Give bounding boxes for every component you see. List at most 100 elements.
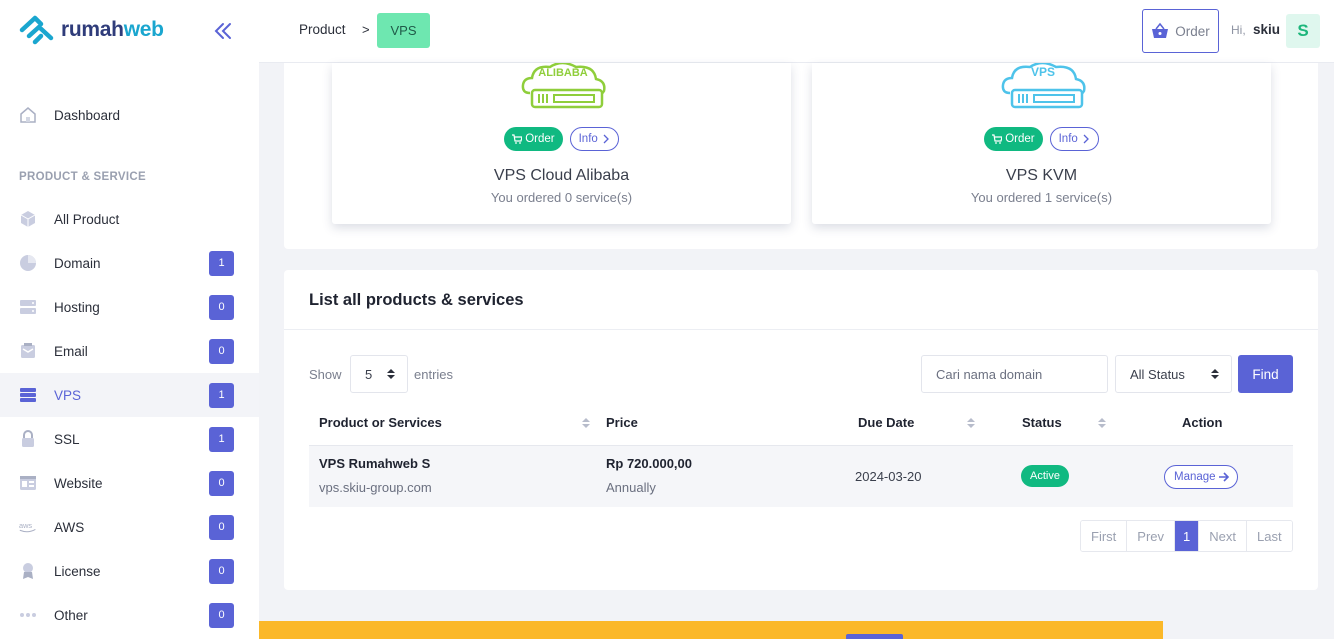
order-alibaba-button[interactable]: Order [504,127,563,151]
sidebar-item-label: License [54,563,101,579]
service-price: Rp 720.000,00 [606,456,693,471]
column-header-price: Price [606,415,638,430]
lock-icon [19,430,37,448]
manage-button[interactable]: Manage [1164,465,1238,489]
product-title: VPS Cloud Alibaba [493,167,630,184]
award-icon [19,562,37,580]
count-badge: 0 [209,514,234,540]
sort-icon[interactable] [967,417,975,429]
service-name: VPS Rumahweb S [319,456,431,471]
page-current[interactable]: 1 [1175,521,1200,551]
entries-per-page-select[interactable]: 5 [350,355,408,393]
sort-arrows-icon [387,369,395,379]
sidebar-item-label: Email [54,343,88,359]
sidebar-item-vps[interactable]: VPS 1 [0,373,259,417]
sidebar-item-label: All Product [54,211,120,227]
chevron-right-icon: > [362,22,370,37]
count-badge: 0 [209,602,234,628]
column-header-due-date[interactable]: Due Date [858,415,914,430]
service-domain: vps.skiu-group.com [319,480,432,495]
rumahweb-logo-icon [19,15,54,45]
domain-search-input[interactable] [921,355,1108,393]
browser-icon [19,474,37,492]
username[interactable]: skiu [1253,22,1280,37]
find-button[interactable]: Find [1238,355,1293,393]
billing-cycle: Annually [606,480,656,495]
sort-icon[interactable] [582,417,590,429]
table-row [309,446,1293,507]
sidebar-item-dashboard[interactable]: Dashboard [0,93,259,137]
list-title: List all products & services [309,291,524,309]
sidebar-item-other[interactable]: Other 0 [0,593,259,637]
page-next[interactable]: Next [1199,521,1247,551]
topbar: Product > VPS Order Hi, skiu S [259,0,1334,63]
sidebar: rumahweb Dashboard PRODUCT & SERVICE All… [0,0,259,639]
svg-text:VPS: VPS [1031,65,1055,79]
page-last[interactable]: Last [1246,521,1292,551]
product-subtitle: You ordered 0 service(s) [490,190,633,205]
collapse-sidebar-icon[interactable] [212,20,234,42]
vps-cloud-server-icon: VPS [1001,63,1086,109]
product-subtitle: You ordered 1 service(s) [970,190,1113,205]
services-list-panel: List all products & services Show 5 entr… [284,270,1318,590]
sidebar-item-label: Other [54,607,88,623]
breadcrumb-product[interactable]: Product [299,22,346,37]
basket-icon [1152,22,1169,38]
sidebar-item-label: VPS [54,387,82,403]
brand-logo[interactable]: rumahweb [19,14,164,46]
sidebar-item-website[interactable]: Website 0 [0,461,259,505]
column-header-status[interactable]: Status [1022,415,1062,430]
globe-icon [19,254,37,272]
page-first[interactable]: First [1081,521,1128,551]
aws-icon: aws [19,518,37,536]
status-filter-select[interactable]: All Status [1115,355,1232,393]
sidebar-item-aws[interactable]: aws AWS 0 [0,505,259,549]
product-card-alibaba: ALIBABA Order Info VPS Cloud Alibaba You… [332,63,791,224]
sidebar-item-label: Dashboard [54,107,121,123]
alibaba-cloud-server-icon: ALIBABA [521,63,606,109]
sidebar-item-label: Domain [54,255,101,271]
sidebar-item-domain[interactable]: Domain 1 [0,241,259,285]
show-label: Show [309,367,342,382]
sort-icon[interactable] [1098,417,1106,429]
promo-banner[interactable] [259,621,1163,639]
info-kvm-button[interactable]: Info [1049,127,1099,151]
column-header-action: Action [1182,415,1223,430]
count-badge: 1 [209,250,234,276]
pagination: First Prev 1 Next Last [1080,520,1293,552]
entries-label: entries [414,367,454,382]
server-icon [19,298,37,316]
product-card-kvm: VPS Order Info VPS KVM You ordered 1 ser… [812,63,1271,224]
due-date: 2024-03-20 [855,469,922,484]
envelope-icon [19,342,37,360]
section-title: PRODUCT & SERVICE [19,171,146,183]
cube-icon [19,210,37,228]
sidebar-item-license[interactable]: License 0 [0,549,259,593]
banner-button[interactable] [846,634,903,639]
vps-icon [19,386,37,404]
greeting: Hi, [1231,23,1246,37]
sidebar-item-label: SSL [54,431,80,447]
order-button[interactable]: Order [1142,9,1219,53]
count-badge: 0 [209,294,234,320]
sidebar-item-all-product[interactable]: All Product [0,197,259,241]
count-badge: 0 [209,558,234,584]
status-badge: Active [1021,465,1069,487]
divider [284,329,1318,330]
order-kvm-button[interactable]: Order [984,127,1043,151]
info-alibaba-button[interactable]: Info [569,127,619,151]
sidebar-item-label: Hosting [54,299,100,315]
cart-icon [512,134,523,144]
column-header-product[interactable]: Product or Services [319,415,442,430]
sidebar-item-hosting[interactable]: Hosting 0 [0,285,259,329]
sidebar-item-ssl[interactable]: SSL 1 [0,417,259,461]
brand-name: rumahweb [61,18,164,41]
order-button-label: Order [1175,23,1210,39]
page-prev[interactable]: Prev [1127,521,1176,551]
chevron-right-icon [603,134,609,144]
count-badge: 1 [209,426,234,452]
home-icon [19,106,37,124]
avatar[interactable]: S [1286,14,1320,48]
svg-text:aws: aws [19,521,32,530]
sidebar-item-email[interactable]: Email 0 [0,329,259,373]
